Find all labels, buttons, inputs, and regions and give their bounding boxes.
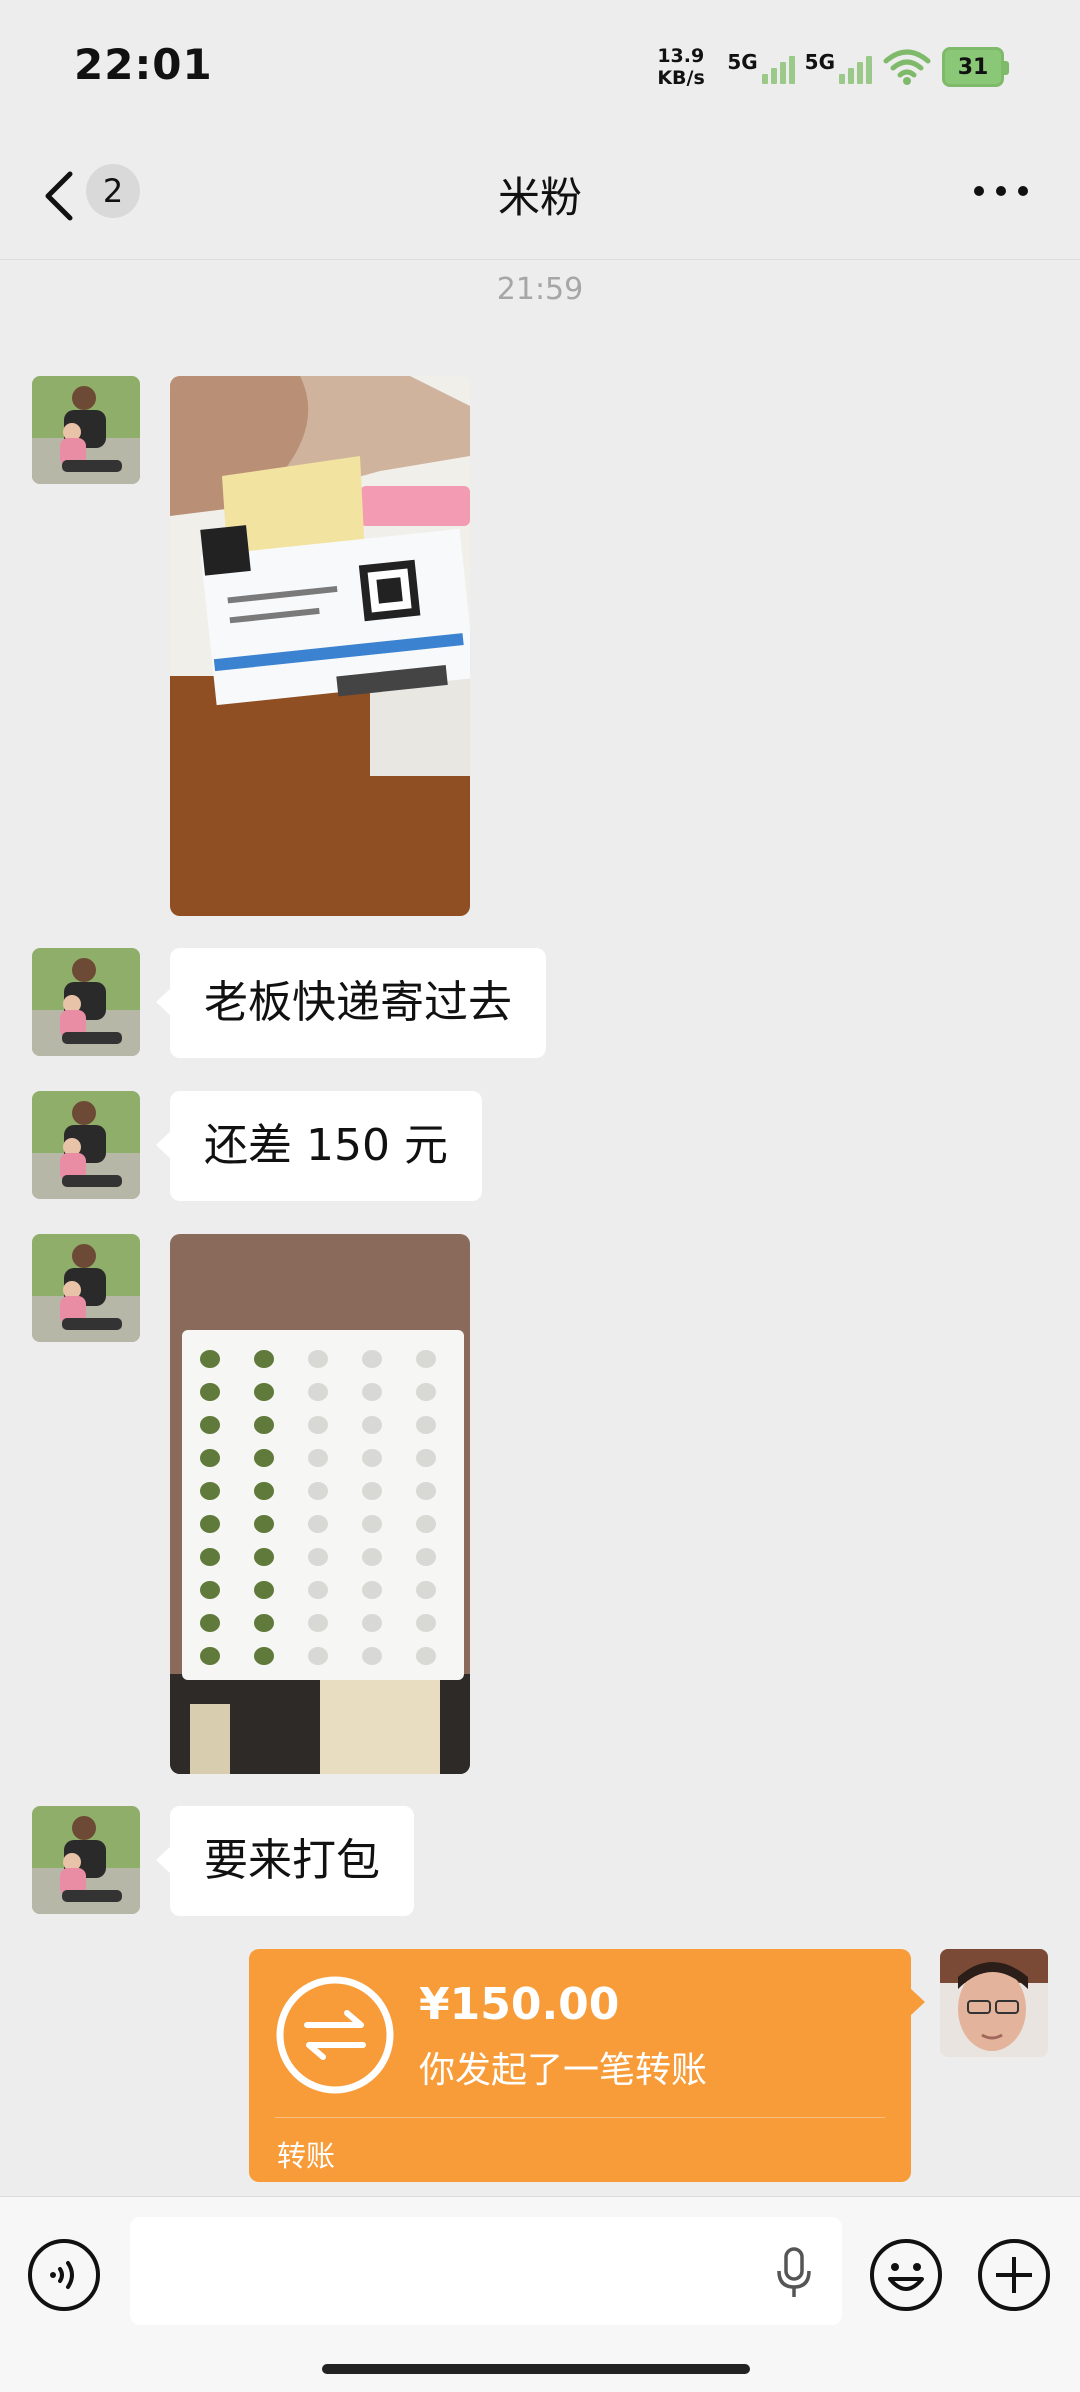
voice-icon[interactable] bbox=[26, 2237, 102, 2313]
emoji-icon[interactable] bbox=[868, 2237, 944, 2313]
message-timestamp: 21:59 bbox=[496, 272, 584, 307]
transfer-description: 你发起了一笔转账 bbox=[419, 2050, 708, 2091]
transfer-amount: ¥150.00 bbox=[419, 1979, 620, 2030]
status-time: 22:01 bbox=[74, 40, 213, 89]
contact-avatar[interactable] bbox=[32, 1806, 140, 1914]
signal-2: 5G bbox=[805, 50, 872, 84]
chat-input-bar bbox=[0, 2196, 1080, 2392]
divider bbox=[275, 2117, 885, 2118]
plus-icon[interactable] bbox=[976, 2237, 1052, 2313]
contact-avatar[interactable] bbox=[32, 376, 140, 484]
more-options-icon[interactable] bbox=[974, 186, 1028, 196]
text-message-bubble[interactable]: 老板快递寄过去 bbox=[156, 948, 546, 1058]
contact-avatar[interactable] bbox=[32, 1091, 140, 1199]
signal-1: 5G bbox=[727, 50, 795, 84]
contact-avatar[interactable] bbox=[32, 948, 140, 1056]
chat-title: 米粉 bbox=[497, 173, 582, 222]
chat-header: 2 米粉 bbox=[0, 130, 1080, 260]
image-message-tray[interactable] bbox=[170, 1234, 470, 1774]
image-message-express-slip[interactable] bbox=[170, 376, 470, 916]
status-bar: 22:01 13.9 KB/s 5G 5G 31 bbox=[0, 0, 1080, 130]
text-message-bubble[interactable]: 还差 150 元 bbox=[156, 1091, 482, 1201]
signal-bars-icon bbox=[761, 50, 795, 84]
signal-bars-icon bbox=[839, 50, 872, 84]
home-indicator[interactable] bbox=[322, 2364, 750, 2374]
mic-icon[interactable] bbox=[774, 2247, 814, 2299]
self-avatar[interactable] bbox=[940, 1949, 1048, 2057]
transfer-icon bbox=[276, 1976, 394, 2094]
transfer-card[interactable]: ¥150.00 你发起了一笔转账 转账 bbox=[249, 1949, 925, 2182]
contact-avatar[interactable] bbox=[32, 1234, 140, 1342]
net-speed: 13.9 KB/s bbox=[657, 45, 705, 89]
text-message-bubble[interactable]: 要来打包 bbox=[156, 1806, 414, 1916]
status-icons: 13.9 KB/s 5G 5G 31 bbox=[657, 42, 1009, 92]
message-input[interactable] bbox=[130, 2217, 842, 2325]
battery-icon: 31 bbox=[942, 47, 1009, 87]
wifi-icon bbox=[883, 49, 931, 85]
transfer-label: 转账 bbox=[277, 2139, 336, 2173]
